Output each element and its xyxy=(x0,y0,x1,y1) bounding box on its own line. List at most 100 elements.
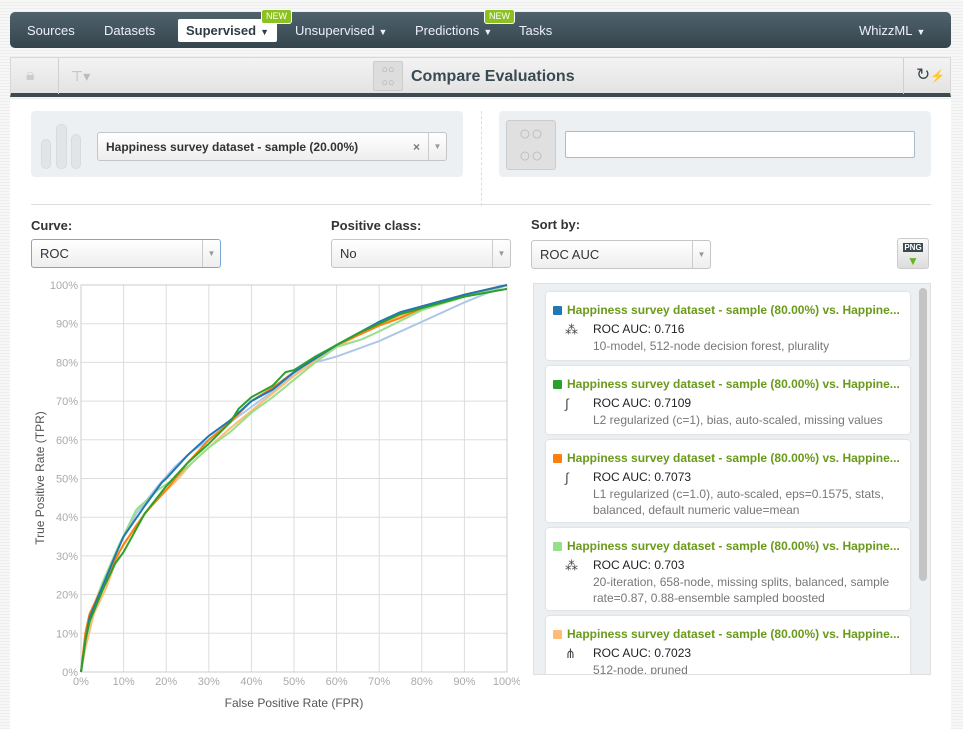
new-badge: NEW xyxy=(261,9,292,24)
evaluation-search-panel: ○○ ○○ xyxy=(499,111,931,177)
tree-icon[interactable]: ⊤▾ xyxy=(71,68,90,85)
ensemble-icon: ⁂ xyxy=(565,322,578,337)
roc-auc-value: ROC AUC: 0.7109 xyxy=(593,396,692,410)
evaluation-description: 20-iteration, 658-node, missing splits, … xyxy=(593,575,890,605)
x-tick-label: 10% xyxy=(113,676,135,688)
logistic-regression-icon: ∫ xyxy=(565,470,569,485)
evaluation-description: 10-model, 512-node decision forest, plur… xyxy=(593,339,830,353)
ensemble-icon: ⁂ xyxy=(565,558,578,573)
y-tick-label: 0% xyxy=(62,667,78,679)
positive-class-label: Positive class: xyxy=(331,218,422,233)
evaluation-title[interactable]: Happiness survey dataset - sample (80.00… xyxy=(567,627,900,641)
evaluation-title[interactable]: Happiness survey dataset - sample (80.00… xyxy=(567,377,900,391)
curve-select[interactable]: ROC ▼ xyxy=(31,239,221,268)
x-tick-label: 80% xyxy=(411,676,433,688)
dataset-select[interactable]: Happiness survey dataset - sample (20.00… xyxy=(97,132,447,161)
roc-chart: 0% 10% 20% 30% 40% 50% 60% 70% 80% 90% 100%0%10%20… xyxy=(33,280,520,710)
sort-by-label: Sort by: xyxy=(531,217,581,232)
y-tick-label: 100% xyxy=(50,280,78,292)
download-arrow-icon: ▼ xyxy=(907,254,919,268)
roc-auc-value: ROC AUC: 0.7023 xyxy=(593,646,692,660)
dataset-icon xyxy=(56,124,67,169)
dataset-icon xyxy=(71,134,81,169)
x-tick-label: 30% xyxy=(198,676,220,688)
clear-icon[interactable]: × xyxy=(413,133,420,161)
y-tick-label: 30% xyxy=(56,551,78,563)
evaluation-search-input[interactable] xyxy=(565,131,915,158)
divider xyxy=(58,58,59,94)
evaluation-title[interactable]: Happiness survey dataset - sample (80.00… xyxy=(567,451,900,465)
compare-icon: ○○ ○○ xyxy=(506,120,556,170)
evaluation-card[interactable]: Happiness survey dataset - sample (80.00… xyxy=(546,528,910,610)
evaluation-description: L1 regularized (c=1.0), auto-scaled, eps… xyxy=(593,487,884,517)
positive-class-value: No xyxy=(340,246,357,261)
evaluation-title[interactable]: Happiness survey dataset - sample (80.00… xyxy=(567,303,900,317)
y-axis-label: True Positive Rate (TPR) xyxy=(33,411,47,545)
page-title: Compare Evaluations xyxy=(411,68,575,85)
y-tick-label: 70% xyxy=(56,396,78,408)
evaluation-card[interactable]: Happiness survey dataset - sample (80.00… xyxy=(546,366,910,434)
scrollbar[interactable] xyxy=(919,288,927,581)
x-tick-label: 50% xyxy=(283,676,305,688)
nav-unsupervised[interactable]: Unsupervised ▼ xyxy=(295,12,387,48)
caret-down-icon: ▼ xyxy=(260,27,270,37)
nav-tasks[interactable]: Tasks xyxy=(519,12,552,48)
x-tick-label: 90% xyxy=(453,676,475,688)
series-color-swatch xyxy=(553,380,562,389)
positive-class-select[interactable]: No ▼ xyxy=(331,239,511,268)
nav-predictions-label: Predictions xyxy=(415,23,480,38)
lock-icon[interactable]: 🔒︎ xyxy=(26,67,35,85)
y-tick-label: 60% xyxy=(56,435,78,447)
nav-unsupervised-label: Unsupervised xyxy=(295,23,375,38)
divider xyxy=(903,58,904,94)
evaluation-card[interactable]: Happiness survey dataset - sample (80.00… xyxy=(546,440,910,522)
divider xyxy=(31,204,931,205)
top-nav: Sources Datasets Supervised ▼ NEW Unsuper… xyxy=(10,9,951,48)
dataset-panel: Happiness survey dataset - sample (20.00… xyxy=(31,111,463,177)
nav-datasets[interactable]: Datasets xyxy=(104,12,155,48)
new-badge: NEW xyxy=(484,9,515,24)
x-tick-label: 20% xyxy=(155,676,177,688)
x-tick-label: 70% xyxy=(368,676,390,688)
sort-by-value: ROC AUC xyxy=(540,247,600,262)
series-color-swatch xyxy=(553,454,562,463)
x-tick-label: 60% xyxy=(326,676,348,688)
divider xyxy=(481,111,482,206)
y-tick-label: 10% xyxy=(56,628,78,640)
nav-supervised-label: Supervised xyxy=(186,23,257,38)
y-tick-label: 20% xyxy=(56,590,78,602)
chevron-down-icon: ▼ xyxy=(202,240,220,267)
y-tick-label: 40% xyxy=(56,512,78,524)
evaluation-card[interactable]: Happiness survey dataset - sample (80.00… xyxy=(546,616,910,675)
logistic-regression-icon: ∫ xyxy=(565,396,569,411)
curve-select-value: ROC xyxy=(40,246,69,261)
evaluation-description: 512-node, pruned xyxy=(593,663,688,675)
sort-by-select[interactable]: ROC AUC ▼ xyxy=(531,240,711,269)
compare-icon: ○○ ○○ xyxy=(373,61,403,91)
x-tick-label: 40% xyxy=(240,676,262,688)
dataset-icon xyxy=(41,139,51,169)
caret-down-icon: ▼ xyxy=(483,27,493,37)
refresh-lightning-icon[interactable]: ↻⚡ xyxy=(916,65,945,85)
x-axis-label: False Positive Rate (FPR) xyxy=(225,696,364,710)
chevron-down-icon: ▼ xyxy=(692,241,710,268)
y-tick-label: 50% xyxy=(56,474,78,486)
chevron-down-icon[interactable]: ▼ xyxy=(428,133,446,160)
roc-auc-value: ROC AUC: 0.7073 xyxy=(593,470,692,484)
evaluation-title[interactable]: Happiness survey dataset - sample (80.00… xyxy=(567,539,900,553)
model-icon: ⋔ xyxy=(565,646,576,661)
evaluation-description: L2 regularized (c=1), bias, auto-scaled,… xyxy=(593,413,883,427)
x-tick-label: 100% xyxy=(493,676,520,688)
chevron-down-icon: ▼ xyxy=(492,240,510,267)
toolbar: 🔒︎ ⊤▾ ○○ ○○ Compare Evaluations ↻⚡ xyxy=(10,57,951,97)
nav-sources[interactable]: Sources xyxy=(27,12,75,48)
caret-down-icon: ▼ xyxy=(916,27,926,37)
download-png-button[interactable]: PNG ▼ xyxy=(897,238,929,269)
series-color-swatch xyxy=(553,542,562,551)
series-color-swatch xyxy=(553,630,562,639)
nav-predictions[interactable]: Predictions ▼ xyxy=(415,12,492,48)
evaluation-card[interactable]: Happiness survey dataset - sample (80.00… xyxy=(546,292,910,360)
nav-whizzml[interactable]: WhizzML ▼ xyxy=(859,12,925,48)
y-tick-label: 90% xyxy=(56,319,78,331)
dataset-select-value: Happiness survey dataset - sample (20.00… xyxy=(106,140,359,154)
